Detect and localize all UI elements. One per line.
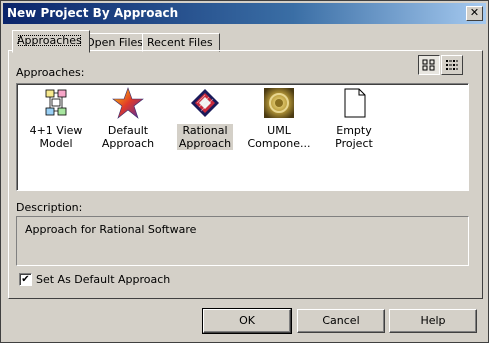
close-icon: ✕ <box>469 6 480 19</box>
approach-rational[interactable]: Rational Approach <box>170 87 240 150</box>
approach-uml-component[interactable]: UML Compone... <box>244 87 314 150</box>
blank-document-icon <box>344 88 366 118</box>
uml-component-icon <box>264 88 294 118</box>
ok-button[interactable]: OK <box>202 308 292 334</box>
set-default-checkbox[interactable]: ✔ <box>19 273 32 286</box>
description-label: Description: <box>16 201 83 214</box>
checkmark-icon: ✔ <box>21 274 30 285</box>
star-icon <box>112 87 144 119</box>
approach-empty-project[interactable]: Empty Project <box>317 87 391 150</box>
description-box: Approach for Rational Software <box>16 216 469 266</box>
title-bar[interactable]: New Project By Approach ✕ <box>3 3 486 24</box>
close-button[interactable]: ✕ <box>466 6 483 21</box>
approach-default[interactable]: Default Approach <box>93 87 163 150</box>
approach-label: 4+1 View Model <box>29 124 83 150</box>
approach-label: UML Compone... <box>247 124 311 150</box>
large-icons-view-button[interactable] <box>418 55 440 75</box>
list-view-button[interactable] <box>441 55 463 75</box>
help-button[interactable]: Help <box>389 309 477 333</box>
approach-4plus1-view-model[interactable]: 4+1 View Model <box>21 87 91 150</box>
approach-label: Empty Project <box>335 124 373 150</box>
list-icon <box>446 60 458 70</box>
tab-approaches[interactable]: Approaches <box>12 30 90 53</box>
window-title: New Project By Approach <box>7 6 179 20</box>
approach-label: Default Approach <box>101 124 155 150</box>
approaches-label: Approaches: <box>16 66 85 79</box>
set-default-label[interactable]: Set As Default Approach <box>36 273 170 286</box>
large-icons-icon <box>422 59 435 71</box>
approaches-list[interactable]: 4+1 View Model Default Approach Rational… <box>16 83 469 191</box>
4plus1-view-icon <box>45 89 67 116</box>
approach-label: Rational Approach <box>176 124 234 150</box>
cancel-button[interactable]: Cancel <box>297 309 385 333</box>
description-text: Approach for Rational Software <box>25 223 197 236</box>
rational-icon <box>191 89 219 117</box>
